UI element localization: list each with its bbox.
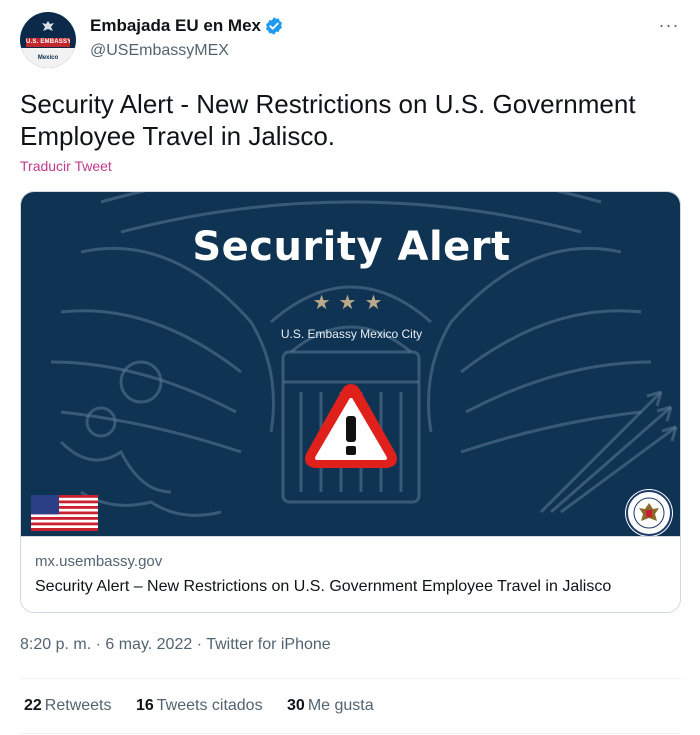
eagle-icon bbox=[42, 21, 54, 31]
retweets-count: 22 bbox=[24, 697, 42, 714]
verified-badge-icon bbox=[266, 17, 282, 35]
card-image-subtitle: U.S. Embassy Mexico City bbox=[280, 327, 423, 341]
tweet-date[interactable]: 6 may. 2022 bbox=[105, 636, 192, 653]
card-domain: mx.usembassy.gov bbox=[35, 553, 163, 570]
account-handle[interactable]: @USEmbassyMEX bbox=[90, 42, 284, 60]
divider bbox=[20, 678, 681, 679]
quote-tweets-count: 16 bbox=[135, 697, 154, 714]
likes-count: 30 bbox=[287, 697, 305, 714]
card-image-stars: ★★★ bbox=[312, 292, 391, 314]
tweet-timestamp: 8:20 p. m. · 6 may. 2022 · Twitter for i… bbox=[20, 636, 331, 654]
avatar-caption: Mexico bbox=[20, 48, 76, 68]
divider bbox=[20, 733, 681, 734]
quote-tweets-stat[interactable]: 16 Tweets citados bbox=[136, 697, 263, 715]
card-image[interactable]: Security Alert ★★★ U.S. Embassy Mexico C… bbox=[21, 192, 680, 536]
translate-tweet-link[interactable]: Traducir Tweet bbox=[20, 158, 112, 174]
likes-stat[interactable]: 30 Me gusta bbox=[287, 697, 374, 715]
more-options-icon[interactable]: ··· bbox=[657, 16, 681, 38]
tweet-source[interactable]: Twitter for iPhone bbox=[206, 636, 331, 653]
tweet-header: U.S. EMBASSY Mexico Embajada EU en Mex @… bbox=[20, 12, 685, 68]
retweets-stat[interactable]: 22 Retweets bbox=[24, 697, 112, 715]
quote-tweets-label: Tweets citados bbox=[156, 697, 263, 714]
display-name[interactable]: Embajada EU en Mex bbox=[90, 16, 261, 36]
card-meta[interactable]: mx.usembassy.gov Security Alert – New Re… bbox=[21, 536, 680, 612]
link-card[interactable]: Security Alert ★★★ U.S. Embassy Mexico C… bbox=[20, 191, 681, 613]
avatar[interactable]: U.S. EMBASSY Mexico bbox=[20, 12, 76, 68]
tweet-time[interactable]: 8:20 p. m. bbox=[20, 636, 91, 653]
warning-icon bbox=[305, 384, 397, 468]
us-flag-icon bbox=[31, 495, 98, 531]
tweet-text: Security Alert - New Restrictions on U.S… bbox=[20, 89, 636, 151]
card-image-title: Security Alert bbox=[192, 224, 511, 270]
avatar-banner: U.S. EMBASSY bbox=[26, 38, 70, 47]
retweets-label: Retweets bbox=[44, 697, 112, 714]
state-department-seal-icon bbox=[625, 489, 673, 536]
likes-label: Me gusta bbox=[307, 697, 374, 714]
tweet-stats: 22 Retweets 16 Tweets citados 30 Me gusta bbox=[24, 697, 394, 715]
account-name-block: Embajada EU en Mex @USEmbassyMEX bbox=[90, 16, 284, 60]
card-title: Security Alert – New Restrictions on U.S… bbox=[35, 578, 612, 595]
separator: · bbox=[91, 636, 106, 653]
separator: · bbox=[192, 636, 207, 653]
